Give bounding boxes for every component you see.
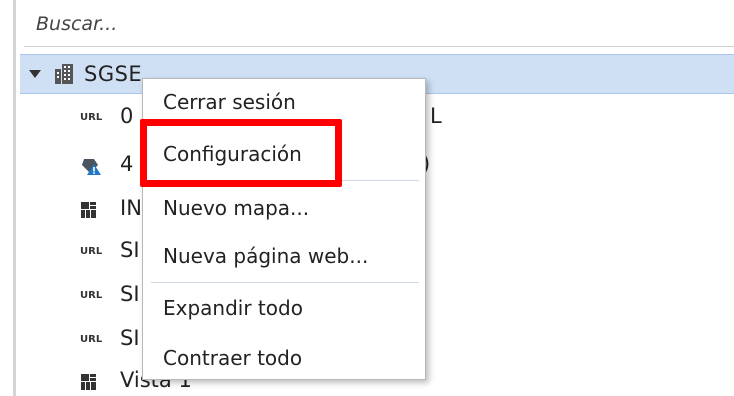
tree-item-label: 0	[120, 104, 134, 128]
building-icon	[55, 64, 73, 84]
menu-separator	[151, 180, 419, 181]
url-icon: URL	[80, 290, 103, 301]
grid-icon	[81, 202, 96, 218]
tree-item-label: IN	[120, 196, 142, 220]
menu-item-nueva-pagina-web[interactable]: Nueva página web...	[143, 235, 425, 279]
context-menu: Cerrar sesión Configuración Nuevo mapa..…	[142, 78, 426, 380]
url-icon: URL	[80, 246, 103, 257]
menu-item-label: Expandir todo	[163, 296, 303, 320]
tree-item-label: SI	[120, 326, 140, 350]
menu-item-label: Configuración	[163, 142, 302, 166]
menu-item-label: Nueva página web...	[163, 244, 369, 268]
chevron-down-icon[interactable]	[29, 70, 41, 78]
tree-item-label: SI	[120, 238, 140, 262]
search-box	[24, 0, 734, 47]
menu-item-contraer-todo[interactable]: Contraer todo	[143, 337, 425, 381]
search-input[interactable]	[36, 10, 696, 38]
tree-node-root-label: SGSE	[84, 62, 143, 86]
menu-item-nuevo-mapa[interactable]: Nuevo mapa...	[143, 187, 425, 231]
menu-item-expandir-todo[interactable]: Expandir todo	[143, 287, 425, 331]
menu-item-label: Contraer todo	[163, 346, 303, 370]
menu-item-configuracion[interactable]: Configuración	[143, 133, 425, 177]
menu-item-label: Nuevo mapa...	[163, 196, 310, 220]
left-divider	[13, 0, 16, 396]
menu-item-label: Cerrar sesión	[163, 90, 296, 114]
tree-item-label: 4	[120, 152, 134, 176]
grid-icon	[81, 374, 96, 390]
url-icon: URL	[80, 112, 103, 123]
url-icon: URL	[80, 334, 103, 345]
menu-separator	[151, 282, 419, 283]
alert-marker-icon	[82, 159, 101, 175]
menu-item-cerrar-sesion[interactable]: Cerrar sesión	[143, 81, 425, 125]
tree-item-label: SI	[120, 282, 140, 306]
tree-item-label-tail: L	[430, 104, 442, 128]
app-window: SGSE URL 0 L 4 ) IN URL SI URL SI	[0, 0, 734, 396]
